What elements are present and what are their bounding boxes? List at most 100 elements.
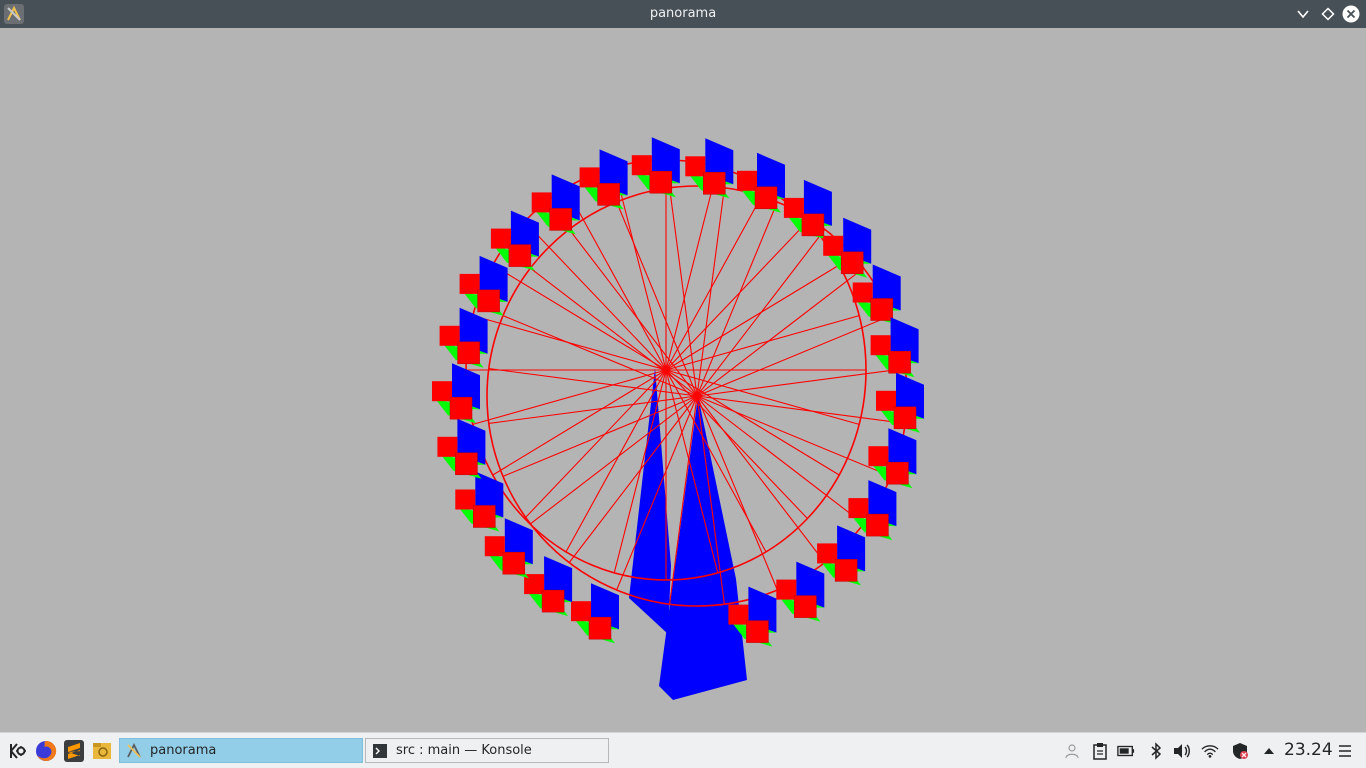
cabin [439, 307, 488, 368]
cabin [783, 179, 832, 240]
spoke-back [492, 369, 667, 476]
cabin [870, 317, 919, 378]
cabin-seat [886, 461, 909, 485]
cabin-seat [649, 170, 673, 194]
cabin-seat [579, 167, 600, 188]
keep-above-icon[interactable] [1319, 5, 1337, 23]
spoke-back [665, 187, 767, 371]
cabin-seat [685, 156, 706, 177]
task-label: panorama [150, 743, 217, 758]
cabin [876, 372, 924, 433]
cabin-seat [449, 396, 473, 420]
spoke-back [565, 187, 667, 371]
cabin-seat [439, 325, 460, 346]
spoke-front [502, 315, 698, 397]
cabin-seat [754, 186, 778, 210]
cabin [776, 561, 825, 622]
cabin-seat [840, 251, 864, 275]
cabin-seat [588, 616, 612, 640]
hamburger-menu-icon[interactable] [1337, 743, 1353, 759]
cabin-seat [893, 406, 917, 430]
close-icon[interactable] [1342, 5, 1360, 23]
cabin-seat [801, 213, 825, 237]
cabin-seat [783, 197, 804, 218]
cabin-seat [848, 498, 869, 519]
cabin [459, 255, 508, 316]
battery-icon[interactable] [1117, 742, 1135, 760]
cabin-seat [868, 446, 889, 467]
firefox-icon[interactable] [34, 739, 58, 763]
cabin-seat [703, 172, 726, 195]
cabin-seat [502, 551, 526, 575]
cabin-seat [459, 273, 480, 294]
cabin-seat [541, 589, 565, 613]
minimize-icon[interactable] [1294, 5, 1312, 23]
security-icon[interactable] [1231, 742, 1249, 760]
cabin-seat [776, 579, 797, 600]
cabin [455, 471, 504, 532]
cabin-seat [597, 183, 620, 206]
spoke-back [613, 167, 667, 371]
spoke-back [524, 221, 667, 371]
cabin-seat [823, 235, 844, 256]
spoke-back [665, 264, 840, 371]
cabin [868, 428, 917, 489]
cabin-seat [870, 335, 891, 356]
cabin-seat [888, 350, 911, 374]
cabin-seat [437, 436, 458, 457]
clock[interactable]: 23.24 [1284, 740, 1333, 760]
cabin-seat [455, 489, 476, 510]
cabin-seat [746, 620, 769, 643]
cabin-seat [455, 452, 478, 476]
cabin-seat [490, 228, 511, 249]
cabin [432, 363, 480, 424]
cabin-seat [870, 298, 893, 321]
spoke-back [665, 167, 719, 371]
task-konsole[interactable]: src : main — Konsole [365, 738, 609, 763]
spoke-back [665, 221, 808, 371]
cabin [848, 480, 897, 541]
cabin-seat [457, 341, 480, 365]
cabin [737, 152, 785, 213]
cabin-seat [432, 381, 452, 402]
spoke-front [696, 315, 892, 397]
cabin [490, 210, 539, 271]
window-titlebar[interactable]: panorama [0, 0, 1366, 28]
cabin [685, 138, 734, 199]
clipboard-icon[interactable] [1091, 742, 1109, 760]
kde-menu-icon[interactable] [5, 739, 29, 763]
terminal-icon [372, 743, 388, 759]
spoke-back [472, 369, 667, 425]
tray-expand-icon[interactable] [1260, 742, 1278, 760]
cabin-seat [817, 543, 838, 564]
task-panorama[interactable]: panorama [119, 738, 363, 763]
wifi-icon[interactable] [1201, 742, 1219, 760]
opengl-viewport[interactable] [0, 28, 1366, 732]
cabin-seat [484, 536, 505, 557]
cabin-seat [571, 601, 591, 622]
file-manager-icon[interactable] [90, 739, 114, 763]
cabin-seat [531, 192, 552, 213]
support-leg-back [629, 368, 671, 634]
cabin [524, 556, 573, 617]
task-label: src : main — Konsole [396, 743, 532, 758]
ferris-wheel-scene [432, 137, 924, 700]
cabin-seat [834, 559, 858, 582]
cabin [571, 583, 619, 644]
window-title: panorama [649, 6, 717, 21]
cabin-seat [852, 282, 873, 303]
cabin-seat [866, 513, 889, 537]
user-switch-icon[interactable] [1063, 742, 1081, 760]
bluetooth-icon[interactable] [1147, 742, 1165, 760]
spoke-back [665, 315, 860, 371]
cabin-seat [728, 604, 749, 625]
sublime-text-icon[interactable] [62, 739, 86, 763]
volume-icon[interactable] [1173, 742, 1191, 760]
cabin-seat [876, 390, 896, 411]
spoke-front [696, 201, 778, 397]
kde-app-icon [126, 742, 142, 759]
cabin [437, 418, 486, 479]
spoke-back [492, 264, 667, 371]
taskbar: panorama src : main — Konsole 23.24 [0, 732, 1366, 768]
cabin-seat [737, 170, 757, 191]
